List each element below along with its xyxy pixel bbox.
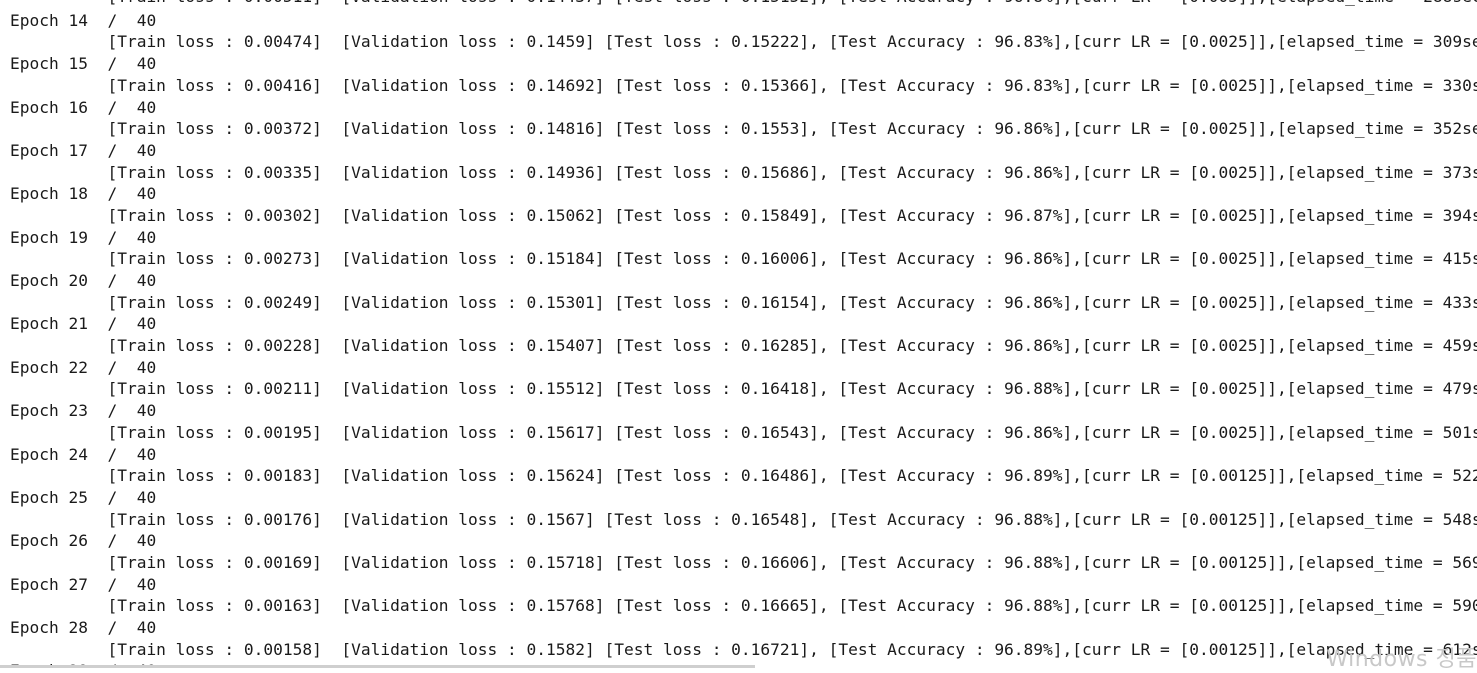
log-line-partial-top: [Train loss : 0.00511] [Validation loss … xyxy=(10,0,1477,8)
epoch-line: Epoch 26 / 40 xyxy=(10,531,157,550)
epoch-line: Epoch 27 / 40 xyxy=(10,575,157,594)
epoch-line: Epoch 25 / 40 xyxy=(10,488,157,507)
epoch-line: Epoch 28 / 40 xyxy=(10,618,157,637)
terminal-output[interactable]: [Train loss : 0.00511] [Validation loss … xyxy=(0,0,1477,668)
metrics-line: [Train loss : 0.00249] [Validation loss … xyxy=(10,293,1477,312)
metrics-line: [Train loss : 0.00195] [Validation loss … xyxy=(10,423,1477,442)
epoch-line: Epoch 22 / 40 xyxy=(10,358,157,377)
epoch-line: Epoch 19 / 40 xyxy=(10,228,157,247)
epoch-line: Epoch 14 / 40 xyxy=(10,11,157,30)
metrics-line: [Train loss : 0.00169] [Validation loss … xyxy=(10,553,1477,572)
metrics-line: [Train loss : 0.00211] [Validation loss … xyxy=(10,379,1477,398)
epoch-line: Epoch 20 / 40 xyxy=(10,271,157,290)
metrics-line: [Train loss : 0.00273] [Validation loss … xyxy=(10,249,1477,268)
metrics-line: [Train loss : 0.00416] [Validation loss … xyxy=(10,76,1477,95)
metrics-line: [Train loss : 0.00176] [Validation loss … xyxy=(10,510,1477,529)
metrics-line: [Train loss : 0.00474] [Validation loss … xyxy=(10,32,1477,51)
metrics-line: [Train loss : 0.00335] [Validation loss … xyxy=(10,163,1477,182)
epoch-line: Epoch 24 / 40 xyxy=(10,445,157,464)
metrics-line: [Train loss : 0.00302] [Validation loss … xyxy=(10,206,1477,225)
epoch-line: Epoch 18 / 40 xyxy=(10,184,157,203)
windows-activation-watermark: Windows 정품 xyxy=(1326,647,1477,672)
metrics-line: [Train loss : 0.00158] [Validation loss … xyxy=(10,640,1477,659)
epoch-line: Epoch 16 / 40 xyxy=(10,98,157,117)
metrics-line: [Train loss : 0.00228] [Validation loss … xyxy=(10,336,1477,355)
epoch-line: Epoch 21 / 40 xyxy=(10,314,157,333)
epoch-line: Epoch 17 / 40 xyxy=(10,141,157,160)
epoch-line: Epoch 15 / 40 xyxy=(10,54,157,73)
metrics-line: [Train loss : 0.00163] [Validation loss … xyxy=(10,596,1477,615)
epoch-line: Epoch 23 / 40 xyxy=(10,401,157,420)
metrics-line: [Train loss : 0.00183] [Validation loss … xyxy=(10,466,1477,485)
metrics-line: [Train loss : 0.00372] [Validation loss … xyxy=(10,119,1477,138)
